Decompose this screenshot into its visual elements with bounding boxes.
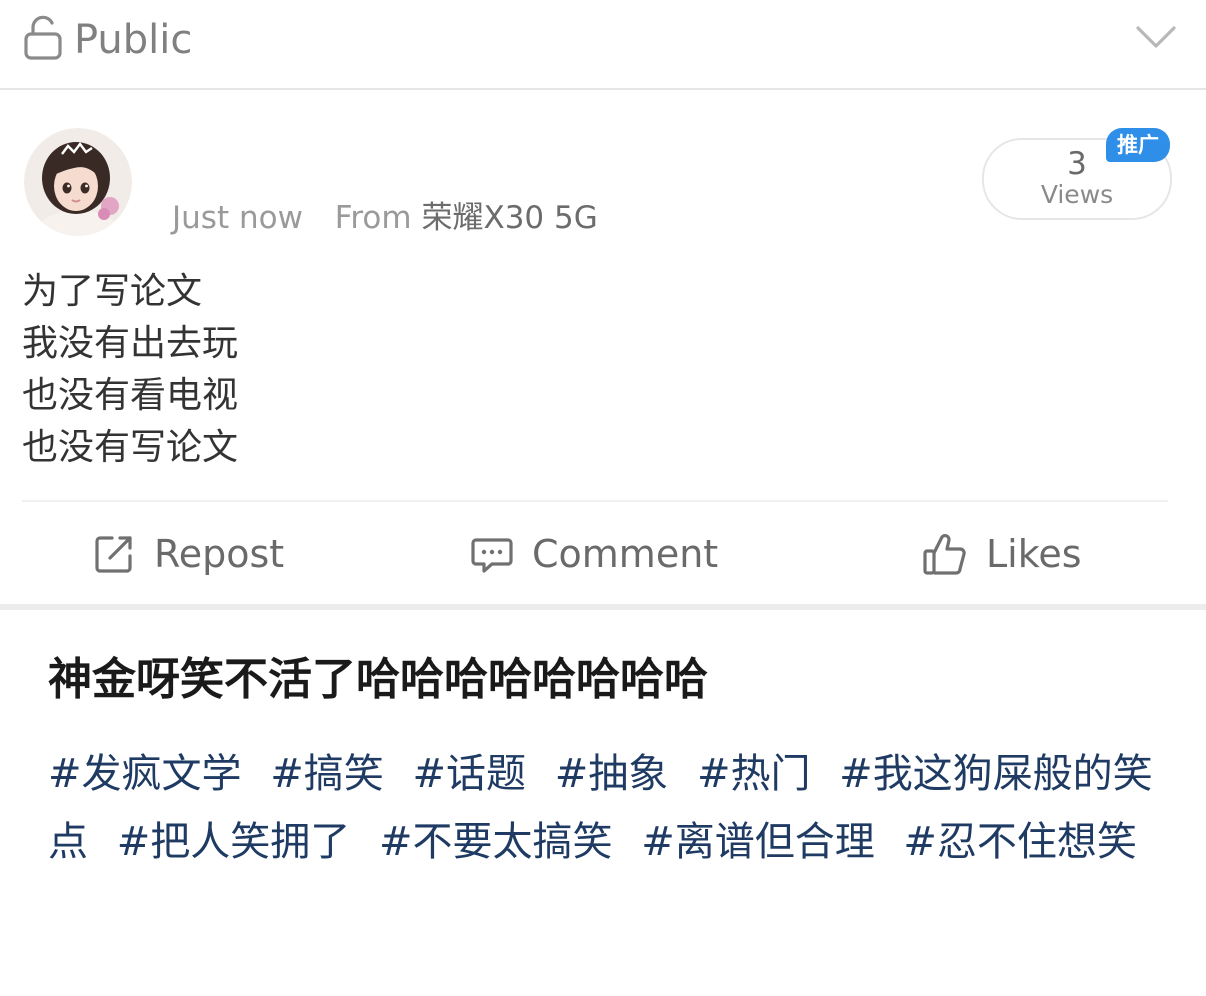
views-label: Views [1040,180,1114,209]
repost-label: Repost [154,532,285,576]
post-body-line: 为了写论文 [22,271,203,312]
post-timestamp: Just now [172,200,303,236]
repost-icon [95,536,132,573]
post-device[interactable]: 荣耀X30 5G [421,200,597,236]
hashtag-link[interactable]: #话题 [412,751,526,797]
post-card: Just now From 荣耀X30 5G 3 Views 推广 为了写论文 … [0,90,1206,604]
hashtag-link[interactable]: #发疯文学 [48,751,242,797]
section-separator [0,604,1206,610]
comment-icon [471,538,513,573]
hashtag-list: #发疯文学 #搞笑 #话题 #抽象 #热门 #我这狗屎般的笑点 #把人笑拥了 #… [48,740,1158,876]
post-from-label: From [334,200,412,236]
post-body-line: 也没有写论文 [22,427,239,468]
promo-badge[interactable]: 推广 [1106,128,1170,162]
hashtag-link[interactable]: #不要太搞笑 [379,819,613,865]
hashtag-link[interactable]: #搞笑 [270,751,384,797]
post-body-line: 我没有出去玩 [22,323,239,364]
chevron-down-icon[interactable] [1134,22,1178,52]
post-body: 为了写论文 我没有出去玩 也没有看电视 也没有写论文 [22,266,722,474]
divider [22,500,1168,502]
likes-label: Likes [986,532,1082,576]
hashtag-link[interactable]: #热门 [697,751,811,797]
comment-button[interactable]: Comment [470,528,718,580]
hashtag-link[interactable]: #离谱但合理 [641,819,875,865]
visibility-selector[interactable]: Public [0,0,1206,90]
post-body-line: 也没有看电视 [22,375,239,416]
post-meta: Just now From 荣耀X30 5G [172,198,598,238]
thumbs-up-icon [923,534,966,575]
screenshot-root: Public Just now From 荣耀X30 5G 3 Views 推广… [0,0,1206,996]
hashtag-link[interactable]: #把人笑拥了 [117,819,351,865]
avatar[interactable] [24,128,132,236]
unlock-icon [24,15,62,60]
caption-title: 神金呀笑不活了哈哈哈哈哈哈哈哈 [48,654,708,705]
hashtag-link[interactable]: #抽象 [555,751,669,797]
like-button[interactable]: Likes [922,528,1082,580]
hashtag-link[interactable]: #忍不住想笑 [903,819,1137,865]
visibility-label: Public [74,17,193,63]
comment-label: Comment [532,532,719,576]
repost-button[interactable]: Repost [92,528,284,580]
